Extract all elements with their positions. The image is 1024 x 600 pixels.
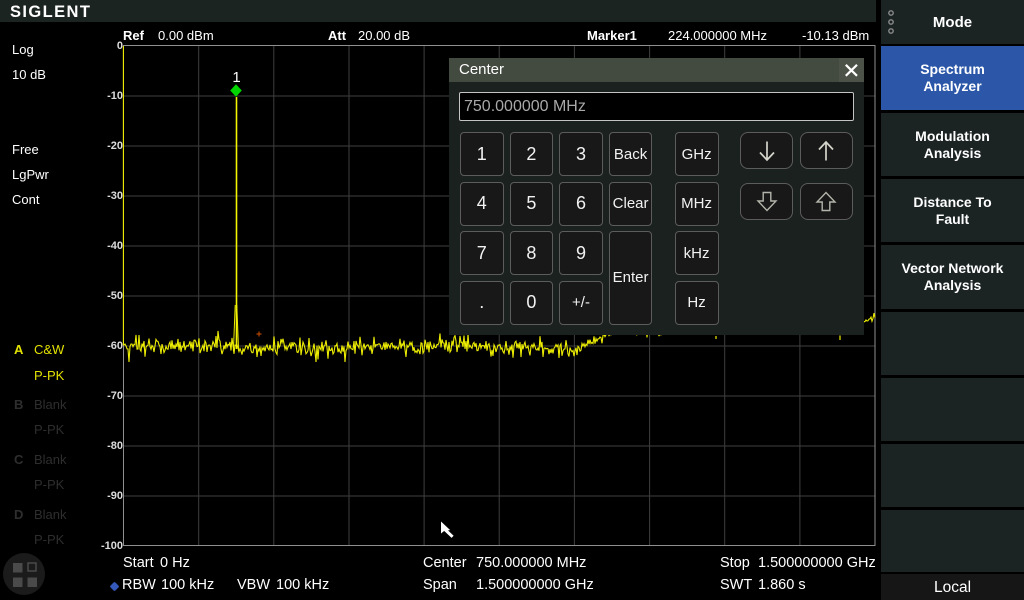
- svg-text:1: 1: [232, 69, 240, 86]
